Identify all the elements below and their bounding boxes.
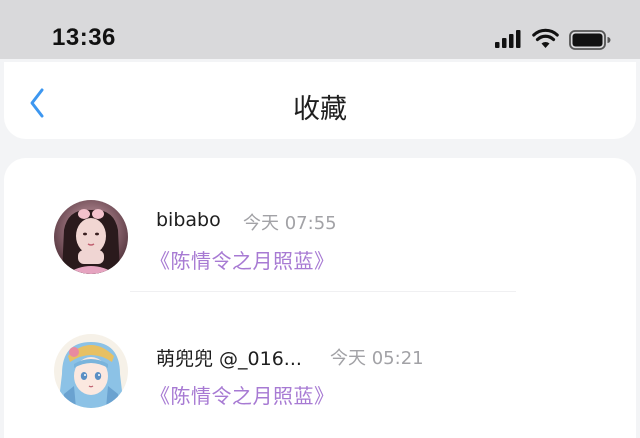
favorite-time: 今天 07:55 (243, 213, 337, 234)
favorite-author-name: bibabo (156, 209, 221, 231)
page-title: 收藏 (293, 94, 347, 125)
list-item[interactable]: 萌兜兜 @_016... 今天 05:21 《陈情令之月照蓝》 (4, 296, 636, 408)
battery-icon (569, 30, 611, 50)
user-avatar-anime-icon (54, 334, 128, 408)
user-avatar-photo-icon (54, 200, 128, 274)
favorite-story-title[interactable]: 《陈情令之月照蓝》 (150, 380, 335, 409)
favorite-author-name: 萌兜兜 @_016... (156, 348, 302, 370)
avatar[interactable] (54, 334, 128, 408)
wifi-icon (532, 28, 559, 48)
signal-icon (495, 30, 521, 48)
favorite-story-title[interactable]: 《陈情令之月照蓝》 (150, 245, 335, 274)
navigation-bar: 收藏 (4, 62, 636, 139)
favorite-time: 今天 05:21 (330, 348, 424, 369)
avatar[interactable] (54, 200, 128, 274)
status-bar: 13:36 (0, 0, 640, 59)
list-item[interactable]: bibabo 今天 07:55 《陈情令之月照蓝》 (4, 158, 636, 292)
status-time: 13:36 (52, 24, 116, 51)
divider (130, 291, 516, 292)
favorites-list: bibabo 今天 07:55 《陈情令之月照蓝》 萌兜兜 @_016... 今… (4, 158, 636, 438)
